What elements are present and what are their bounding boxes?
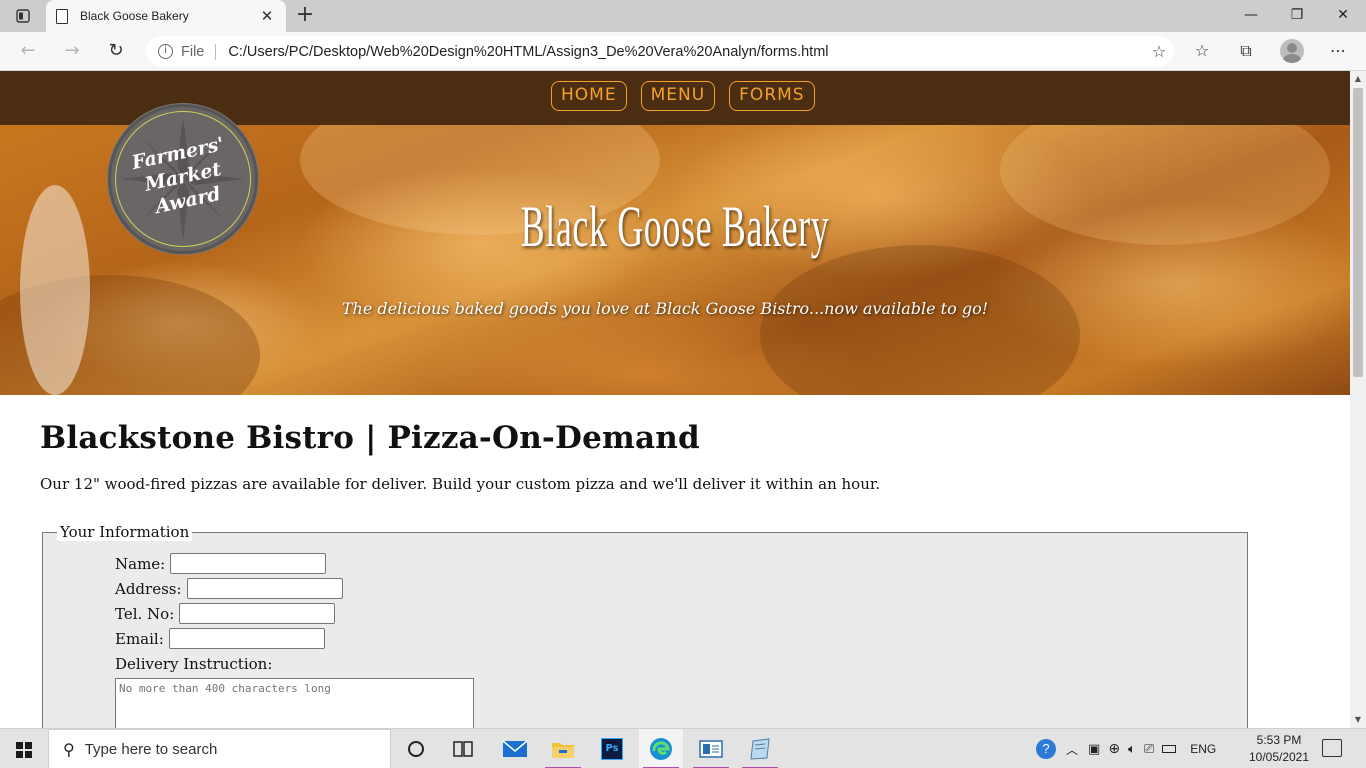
your-information-fieldset: Your Information Name: Address: Tel. No:… (42, 523, 1248, 728)
name-label: Name: (115, 554, 166, 573)
main-content: Blackstone Bistro | Pizza-On-Demand Our … (40, 395, 1300, 728)
profile-icon[interactable] (1280, 39, 1304, 63)
edge-icon[interactable] (639, 729, 683, 768)
browser-titlebar: Black Goose Bakery ✕ + — ❐ ✕ (0, 0, 1366, 32)
network-icon[interactable]: ⊕ (1108, 741, 1120, 757)
display-icon[interactable]: ⎚ (1144, 742, 1154, 757)
hero-tagline: The delicious baked goods you love at Bl… (0, 299, 1350, 318)
cortana-icon[interactable] (394, 729, 438, 768)
taskbar-search[interactable]: ⚲ Type here to search (48, 729, 391, 768)
meet-now-icon[interactable]: ▣ (1088, 742, 1100, 757)
task-view-icon[interactable] (441, 729, 485, 768)
forward-icon[interactable]: → (58, 38, 86, 66)
nav-home[interactable]: HOME (551, 81, 627, 111)
scroll-up-icon[interactable]: ▲ (1350, 71, 1366, 87)
tab-title: Black Goose Bakery (80, 9, 189, 23)
email-label: Email: (115, 629, 164, 648)
nav-forms[interactable]: FORMS (729, 81, 815, 111)
chevron-up-icon[interactable]: ︿ (1066, 741, 1078, 758)
notepad-icon[interactable] (738, 729, 782, 768)
help-icon[interactable]: ? (1036, 739, 1056, 759)
back-icon[interactable]: ← (14, 38, 42, 66)
minimize-icon[interactable]: — (1228, 0, 1274, 32)
close-tab-icon[interactable]: ✕ (258, 7, 276, 25)
language-indicator[interactable]: ENG (1190, 742, 1216, 756)
system-tray: ? ︿ ▣ ⊕ 🔈︎ ⎚ ENG (1036, 729, 1216, 768)
browser-toolbar: ← → ↻ i File C:/Users/PC/Desktop/Web%20D… (0, 32, 1366, 71)
window-close-icon[interactable]: ✕ (1320, 0, 1366, 32)
address-input[interactable] (186, 578, 343, 599)
page-title: Blackstone Bistro | Pizza-On-Demand (40, 420, 700, 456)
taskbar: ⚲ Type here to search Ps ? ︿ ▣ ⊕ 🔈︎ ⎚ EN… (0, 728, 1366, 768)
site-menu: HOME MENU FORMS (551, 81, 815, 111)
collections-icon[interactable]: ⧉ (1232, 38, 1260, 66)
add-favorite-icon[interactable]: ☆ (1144, 42, 1174, 61)
address-prefix: File (181, 43, 205, 60)
more-icon[interactable]: ⋯ (1324, 38, 1352, 66)
scroll-down-icon[interactable]: ▼ (1350, 712, 1366, 728)
favorites-icon[interactable]: ☆ (1188, 38, 1216, 66)
tel-input[interactable] (179, 603, 336, 624)
page-scrollbar[interactable]: ▲ ▼ (1350, 71, 1366, 728)
delivery-textarea[interactable] (115, 678, 474, 728)
address-row: Address: (115, 576, 1247, 601)
tel-row: Tel. No: (115, 601, 1247, 626)
clock-date: 10/05/2021 (1248, 750, 1310, 764)
address-separator (215, 43, 217, 60)
new-tab-icon[interactable]: + (292, 3, 318, 29)
address-label: Address: (115, 579, 182, 598)
battery-icon[interactable] (1162, 745, 1177, 753)
search-icon: ⚲ (63, 739, 75, 759)
notifications-icon[interactable] (1322, 739, 1342, 757)
name-row: Name: (115, 551, 1247, 576)
tagline-text: The delicious baked goods you love at Bl… (341, 299, 989, 318)
windows-icon (16, 742, 32, 758)
tel-label: Tel. No: (115, 604, 175, 623)
address-bar[interactable]: i File C:/Users/PC/Desktop/Web%20Design%… (146, 36, 1174, 67)
volume-icon[interactable]: 🔈︎ (1128, 742, 1136, 757)
clock[interactable]: 5:53 PM 10/05/2021 (1246, 732, 1312, 766)
brand-title: Black Goose Bakery (520, 194, 830, 259)
intro-text: Our 12" wood-fired pizzas are available … (40, 475, 881, 493)
name-input[interactable] (170, 553, 327, 574)
tab-actions-icon[interactable] (10, 7, 36, 25)
refresh-icon[interactable]: ↻ (102, 38, 130, 66)
clock-time: 5:53 PM (1256, 733, 1302, 747)
delivery-label: Delivery Instruction: (115, 654, 273, 673)
app-icon[interactable] (689, 729, 733, 768)
page-icon (56, 8, 68, 24)
start-button[interactable] (0, 729, 48, 768)
nav-menu[interactable]: MENU (640, 81, 716, 111)
delivery-row: Delivery Instruction: (115, 651, 1247, 676)
file-explorer-icon[interactable] (541, 729, 585, 768)
url-text[interactable]: C:/Users/PC/Desktop/Web%20Design%20HTML/… (228, 44, 1144, 60)
mail-icon[interactable] (493, 729, 537, 768)
restore-icon[interactable]: ❐ (1274, 0, 1320, 32)
photoshop-icon[interactable]: Ps (590, 729, 634, 768)
email-row: Email: (115, 626, 1247, 651)
scroll-thumb[interactable] (1353, 88, 1363, 377)
search-placeholder: Type here to search (84, 740, 218, 758)
fieldset-legend: Your Information (57, 523, 193, 541)
browser-tab[interactable]: Black Goose Bakery ✕ (46, 0, 286, 32)
email-input[interactable] (168, 628, 325, 649)
page-viewport: HOME MENU FORMS Black Goose Bakery The d… (0, 71, 1350, 728)
award-badge: Farmers' Market Award (108, 104, 258, 254)
info-icon[interactable]: i (158, 44, 173, 59)
